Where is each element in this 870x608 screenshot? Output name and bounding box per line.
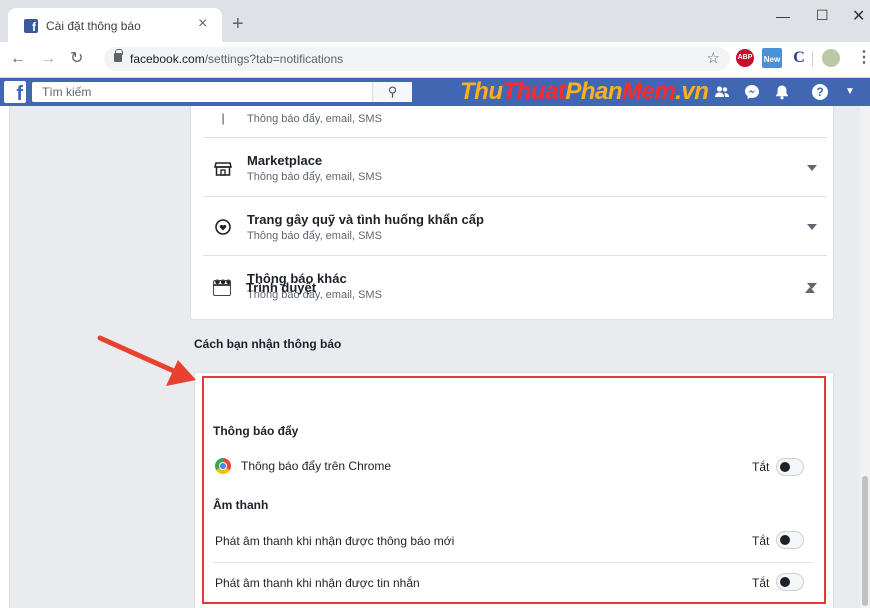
search-icon[interactable]: ⚲ <box>372 82 412 102</box>
toggle-knob <box>780 535 790 545</box>
adblock-extension-icon[interactable]: ABP <box>736 49 754 67</box>
push-heading: Thông báo đẩy <box>213 424 299 438</box>
category-subtitle: Thông báo đẩy, email, SMS <box>247 113 382 125</box>
c-extension-icon[interactable]: C <box>790 49 808 67</box>
toggle-knob <box>780 462 790 472</box>
forward-icon[interactable]: → <box>40 50 56 68</box>
sound-notification-toggle[interactable] <box>776 531 804 549</box>
category-subtitle: Thông báo đẩy, email, SMS <box>247 230 382 242</box>
browser-window-icon <box>213 280 231 296</box>
chrome-push-toggle[interactable] <box>776 458 804 476</box>
reload-icon[interactable]: ↻ <box>70 50 83 68</box>
category-row-fundraiser[interactable]: Trang gây quỹ và tình huống khẩn cấp Thô… <box>203 197 827 256</box>
marketplace-icon <box>213 158 233 178</box>
address-bar[interactable]: facebook.com/settings?tab=notifications … <box>104 47 730 71</box>
sound-message-label: Phát âm thanh khi nhận được tin nhắn <box>215 576 420 590</box>
settings-page: | Thông báo đẩy, email, SMS Marketplace … <box>0 106 860 608</box>
messenger-icon[interactable] <box>744 84 760 100</box>
row-divider <box>213 562 813 563</box>
left-column <box>0 106 10 608</box>
watermark-logo: ThuThuatPhanMem.vn <box>460 78 709 105</box>
lock-icon <box>114 49 123 62</box>
tab-strip: f Cài đặt thông báo × + — ☐ ✕ <box>0 0 870 42</box>
toolbar-divider <box>812 52 813 66</box>
new-extension-icon[interactable]: New <box>762 48 782 68</box>
category-row[interactable]: | Thông báo đẩy, email, SMS <box>203 106 827 138</box>
help-icon[interactable]: ? <box>812 84 828 100</box>
chrome-logo-icon <box>215 458 231 474</box>
toggle-state-label: Tắt <box>752 534 770 548</box>
category-title: Marketplace <box>247 153 323 168</box>
chevron-down-icon[interactable] <box>807 165 817 171</box>
browser-section-title[interactable]: Trình duyệt <box>246 280 316 295</box>
tab-close-icon[interactable]: × <box>198 16 207 32</box>
sound-message-toggle[interactable] <box>776 573 804 591</box>
section-heading: Cách bạn nhận thông báo <box>194 337 342 351</box>
profile-avatar[interactable] <box>822 49 840 67</box>
browser-toolbar: ← → ↻ facebook.com/settings?tab=notifica… <box>0 42 870 78</box>
bookmark-star-icon[interactable]: ☆ <box>707 49 720 67</box>
url-text: facebook.com/settings?tab=notifications <box>130 52 344 66</box>
facebook-favicon-icon: f <box>24 19 38 34</box>
toggle-state-label: Tắt <box>752 460 770 474</box>
window-close-icon[interactable]: ✕ <box>852 6 865 26</box>
fundraiser-icon <box>213 217 233 237</box>
category-subtitle: Thông báo đẩy, email, SMS <box>247 171 382 183</box>
minimize-icon[interactable]: — <box>776 8 790 24</box>
partial-icon: | <box>221 111 225 125</box>
back-icon[interactable]: ← <box>10 50 26 68</box>
search-placeholder: Tìm kiếm <box>42 85 92 99</box>
chrome-menu-icon[interactable]: ⋮ <box>856 49 870 67</box>
sound-notification-label: Phát âm thanh khi nhận được thông báo mớ… <box>215 534 455 548</box>
toggle-state-label: Tắt <box>752 576 770 590</box>
maximize-icon[interactable]: ☐ <box>816 7 829 24</box>
toggle-knob <box>780 577 790 587</box>
search-field[interactable]: Tìm kiếm ⚲ <box>32 82 412 102</box>
new-tab-icon[interactable]: + <box>232 14 244 34</box>
facebook-header: f Tìm kiếm ⚲ ThuThuatPhanMem.vn ? ▼ <box>0 78 870 106</box>
facebook-logo-icon[interactable]: f <box>4 81 26 105</box>
browser-tab[interactable]: f Cài đặt thông báo × <box>8 8 222 42</box>
category-row-marketplace[interactable]: Marketplace Thông báo đẩy, email, SMS <box>203 138 827 197</box>
chevron-down-icon[interactable] <box>807 224 817 230</box>
category-title: Trang gây quỹ và tình huống khẩn cấp <box>247 212 484 227</box>
chevron-up-icon[interactable] <box>805 287 815 293</box>
tab-title: Cài đặt thông báo <box>46 19 141 33</box>
notifications-bell-icon[interactable] <box>774 84 790 100</box>
chrome-push-label: Thông báo đẩy trên Chrome <box>241 459 392 473</box>
account-menu-icon[interactable]: ▼ <box>842 84 858 100</box>
friend-requests-icon[interactable] <box>714 84 730 100</box>
scrollbar-thumb[interactable] <box>862 476 868 606</box>
browser-settings-card <box>194 372 834 608</box>
sound-heading: Âm thanh <box>213 498 269 512</box>
page-scrollbar[interactable] <box>860 106 870 608</box>
